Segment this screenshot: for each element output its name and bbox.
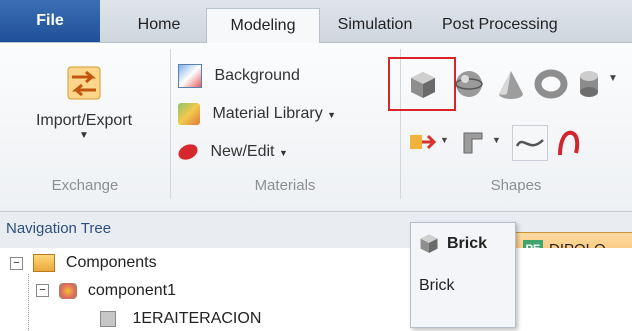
import-export-icon bbox=[67, 66, 101, 100]
tab-post-processing[interactable]: Post Processing bbox=[434, 8, 632, 42]
background-label: Background bbox=[214, 67, 300, 84]
tab-simulation[interactable]: Simulation bbox=[320, 8, 430, 42]
sphere-button[interactable] bbox=[452, 67, 486, 101]
material-library-button[interactable]: Material Library ▼ bbox=[178, 97, 336, 131]
import-export-label: Import/Export bbox=[35, 112, 133, 129]
solid-icon bbox=[100, 310, 116, 327]
new-edit-label: New/Edit bbox=[210, 143, 275, 160]
component-icon bbox=[59, 282, 78, 299]
chevron-down-icon: ▼ bbox=[278, 148, 288, 158]
cone-button[interactable] bbox=[494, 67, 528, 101]
wire-button[interactable] bbox=[552, 125, 586, 159]
wire-icon bbox=[558, 130, 580, 156]
brick-icon bbox=[411, 72, 435, 98]
background-button[interactable]: Background bbox=[178, 59, 300, 93]
curve-icon bbox=[515, 139, 544, 147]
import-export-button[interactable]: Import/Export ▼ bbox=[4, 45, 164, 165]
tree-node-label: 1ERAITERACION bbox=[132, 310, 262, 327]
torus-button[interactable] bbox=[534, 67, 568, 101]
navigation-tree: − Components − component1 1ERAITERACION bbox=[0, 248, 632, 331]
bend-icon bbox=[463, 132, 483, 154]
chevron-down-icon[interactable]: ▼ bbox=[492, 135, 501, 145]
material-library-icon bbox=[178, 102, 200, 125]
chevron-down-icon[interactable]: ▼ bbox=[440, 135, 449, 145]
extrude-button[interactable] bbox=[406, 125, 440, 159]
new-edit-button[interactable]: New/Edit ▼ bbox=[175, 135, 288, 169]
cylinder-button[interactable] bbox=[572, 67, 606, 101]
tooltip-title: Brick bbox=[447, 235, 488, 252]
navigation-tree-title: Navigation Tree bbox=[6, 220, 112, 237]
tab-home[interactable]: Home bbox=[114, 8, 204, 42]
chevron-down-icon: ▼ bbox=[79, 130, 89, 141]
torus-icon bbox=[534, 69, 568, 99]
sphere-icon bbox=[455, 71, 483, 97]
background-icon bbox=[178, 63, 202, 88]
tree-node-solid[interactable]: 1ERAITERACION bbox=[100, 310, 261, 328]
tab-file[interactable]: File bbox=[0, 0, 100, 42]
tree-node-label: component1 bbox=[87, 282, 176, 299]
chevron-down-icon: ▼ bbox=[327, 110, 337, 120]
ribbon-tab-bar: File Home Modeling Simulation Post Proce… bbox=[0, 0, 632, 44]
new-material-icon bbox=[175, 141, 201, 163]
bend-button[interactable] bbox=[458, 125, 492, 159]
cone-icon bbox=[499, 71, 523, 99]
tree-guide bbox=[28, 274, 30, 331]
cylinder-icon bbox=[580, 71, 598, 97]
tree-node-components[interactable]: − Components bbox=[10, 254, 157, 272]
tooltip-description: Brick bbox=[419, 277, 455, 294]
extrude-icon bbox=[410, 134, 437, 150]
curve-button[interactable] bbox=[512, 125, 548, 161]
brick-tooltip: Brick Brick bbox=[410, 222, 516, 328]
brick-button[interactable] bbox=[406, 67, 440, 101]
tree-node-label: Components bbox=[65, 254, 157, 272]
tree-node-component1[interactable]: − component1 bbox=[36, 282, 176, 300]
folder-icon bbox=[33, 254, 56, 272]
group-label-shapes: Shapes bbox=[490, 177, 542, 194]
tab-modeling[interactable]: Modeling bbox=[206, 8, 320, 44]
group-label-materials: Materials bbox=[254, 177, 316, 194]
material-library-label: Material Library bbox=[212, 105, 323, 122]
brick-icon bbox=[420, 234, 438, 253]
chevron-down-icon[interactable]: ▼ bbox=[608, 73, 618, 84]
collapse-icon[interactable]: − bbox=[36, 284, 49, 298]
collapse-icon[interactable]: − bbox=[10, 256, 23, 270]
group-label-exchange: Exchange bbox=[51, 177, 119, 194]
ribbon-panel: Import/Export ▼ Exchange Background Mate… bbox=[0, 43, 632, 212]
